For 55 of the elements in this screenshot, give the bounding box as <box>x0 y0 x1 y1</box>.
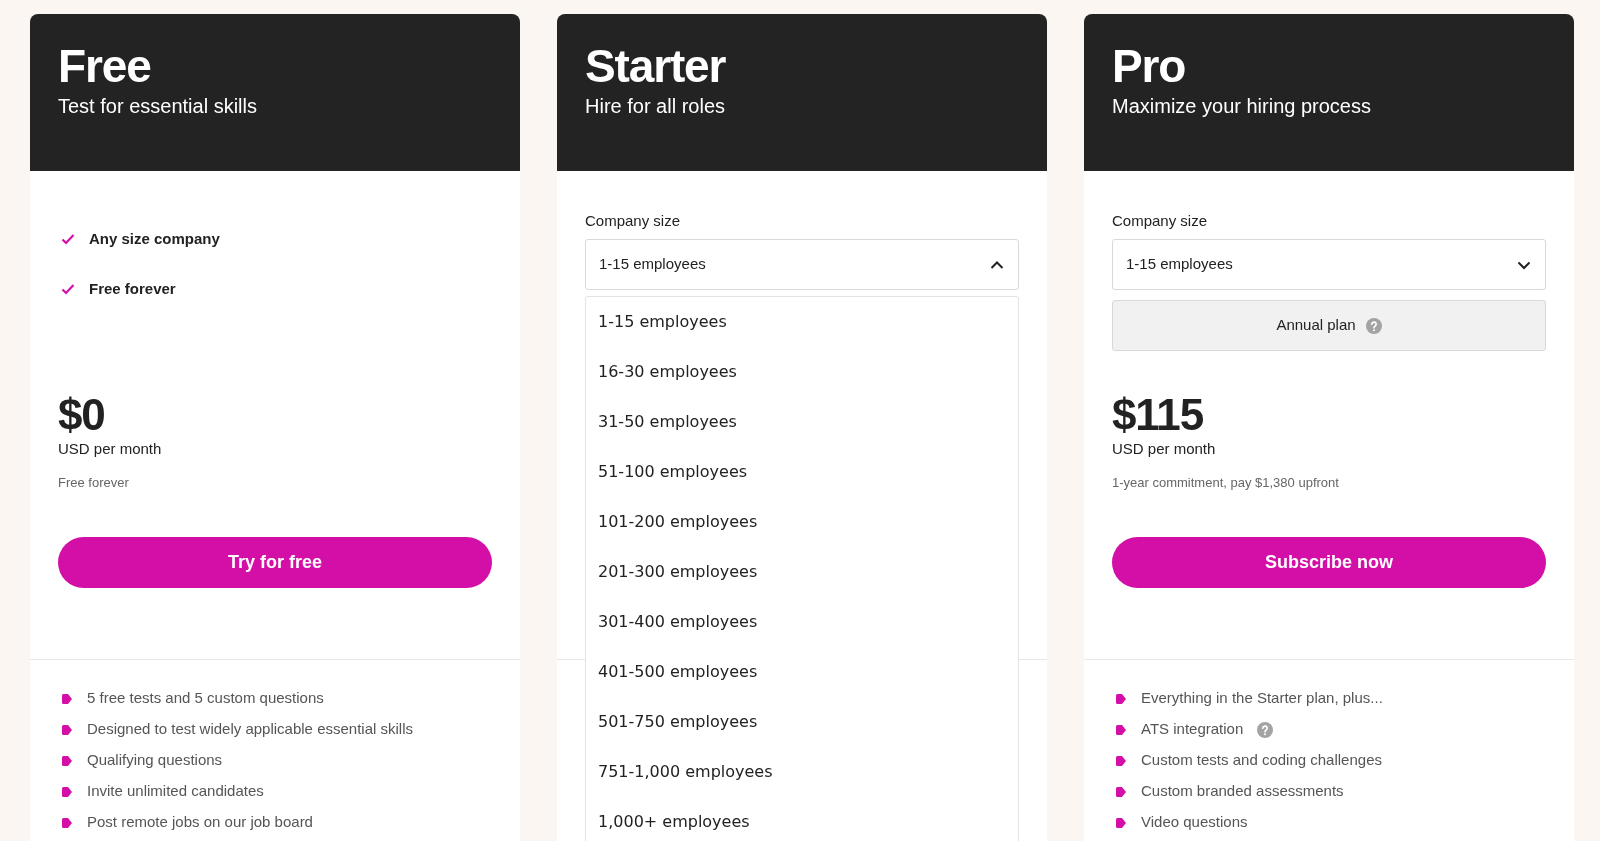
dropdown-option[interactable]: 101-200 employees <box>586 497 1018 547</box>
bullet-icon <box>1115 816 1127 829</box>
bullet-icon <box>1115 692 1127 705</box>
dropdown-option[interactable]: 1,000+ employees <box>586 797 1018 841</box>
feature-text: Video questions <box>1141 812 1248 833</box>
dropdown-option[interactable]: 501-750 employees <box>586 697 1018 747</box>
dropdown-option[interactable]: 51-100 employees <box>586 447 1018 497</box>
dropdown-option[interactable]: 201-300 employees <box>586 547 1018 597</box>
highlight-text: Free forever <box>89 278 176 299</box>
feature-text: ATS integration <box>1141 719 1244 740</box>
dropdown-option[interactable]: 31-50 employees <box>586 397 1018 447</box>
dropdown-option[interactable]: 751-1,000 employees <box>586 747 1018 797</box>
feature-text: 5 free tests and 5 custom questions <box>87 688 324 709</box>
annual-plan-button[interactable]: Annual plan <box>1112 300 1546 351</box>
dropdown-option[interactable]: 301-400 employees <box>586 597 1018 647</box>
feature-text: Invite unlimited candidates <box>87 781 264 802</box>
check-icon <box>61 283 75 295</box>
help-icon <box>1365 317 1382 334</box>
dropdown-option[interactable]: 1-15 employees <box>586 297 1018 347</box>
feature-text: Everything in the Starter plan, plus... <box>1141 688 1383 709</box>
check-icon <box>61 233 75 245</box>
company-size-select[interactable]: 1-15 employees <box>1112 239 1546 290</box>
feature-text: Post remote jobs on our job board <box>87 812 313 833</box>
field-label: Company size <box>585 211 682 231</box>
bullet-icon <box>61 723 73 736</box>
field-label: Company size <box>1112 211 1209 231</box>
dropdown-option[interactable]: 16-30 employees <box>586 347 1018 397</box>
bullet-icon <box>1115 785 1127 798</box>
price: $115 <box>1112 391 1204 439</box>
price-note: 1-year commitment, pay $1,380 upfront <box>1112 475 1339 491</box>
feature-text: Custom branded assessments <box>1141 781 1344 802</box>
dropdown-option[interactable]: 401-500 employees <box>586 647 1018 697</box>
bullet-icon <box>61 785 73 798</box>
price-period: USD per month <box>58 439 162 459</box>
bullet-icon <box>61 692 73 705</box>
plan-tagline: Maximize your hiring process <box>1112 94 1371 119</box>
feature-text: Qualifying questions <box>87 750 223 771</box>
plan-title: Starter <box>585 42 726 90</box>
plan-tagline: Hire for all roles <box>585 94 726 119</box>
plan-tagline: Test for essential skills <box>58 94 257 119</box>
feature-text: Designed to test widely applicable essential skills <box>87 719 413 740</box>
price: $0 <box>58 391 105 439</box>
price-period: USD per month <box>1112 439 1216 459</box>
feature-text: Custom tests and coding challenges <box>1141 750 1382 771</box>
company-size-select[interactable]: 1-15 employees <box>585 239 1019 290</box>
bullet-icon <box>1115 723 1127 736</box>
price-note: Free forever <box>58 475 129 491</box>
cta-button[interactable]: Subscribe now <box>1112 537 1546 588</box>
plan-title: Pro <box>1112 42 1186 90</box>
bullet-icon <box>1115 754 1127 767</box>
highlight-text: Any size company <box>89 228 220 249</box>
plan-title: Free <box>58 42 151 90</box>
cta-button[interactable]: Try for free <box>58 537 492 588</box>
bullet-icon <box>61 816 73 829</box>
bullet-icon <box>61 754 73 767</box>
